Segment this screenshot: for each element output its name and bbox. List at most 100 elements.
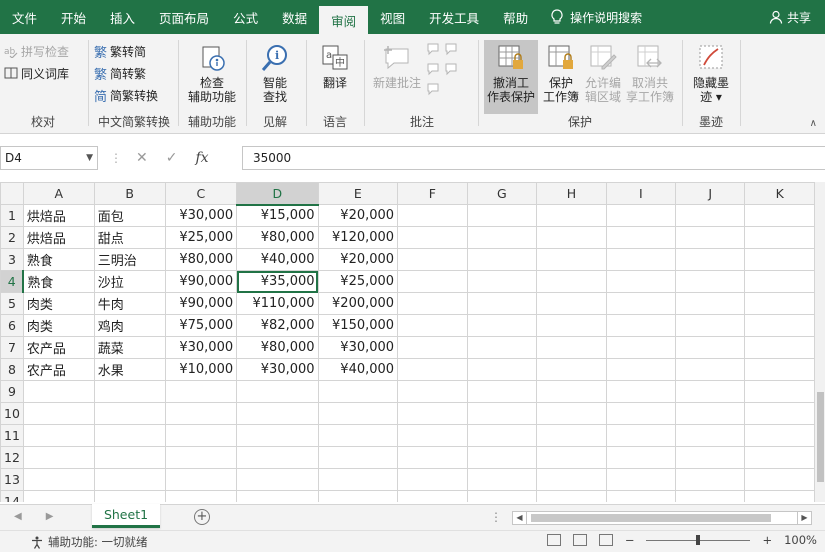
- cell-a11[interactable]: [22, 424, 95, 447]
- cell-k2[interactable]: [744, 226, 815, 249]
- cell-g1[interactable]: [466, 204, 538, 227]
- cell-k7[interactable]: [744, 336, 815, 359]
- cell-c6[interactable]: ¥75,000: [164, 314, 238, 337]
- protect-workbook-button[interactable]: 保护 工作簿: [540, 40, 582, 104]
- tell-me-search[interactable]: 操作说明搜索: [540, 0, 652, 34]
- cell-e1[interactable]: ¥20,000: [317, 204, 399, 227]
- cell-c1[interactable]: ¥30,000: [164, 204, 238, 227]
- cell-g6[interactable]: [466, 314, 538, 337]
- cell-d9[interactable]: [236, 380, 319, 403]
- enter-icon[interactable]: ✓: [166, 150, 178, 166]
- cell-b12[interactable]: [93, 446, 166, 469]
- cell-g8[interactable]: [466, 358, 538, 381]
- cell-f5[interactable]: [397, 292, 468, 315]
- cell-e13[interactable]: [317, 468, 399, 491]
- cell-a4[interactable]: 熟食: [22, 270, 95, 293]
- cell-c14[interactable]: [164, 490, 238, 502]
- cell-k14[interactable]: [744, 490, 815, 502]
- prev-sheet-icon[interactable]: ◀: [14, 511, 22, 522]
- cell-c9[interactable]: [164, 380, 238, 403]
- cell-a10[interactable]: [22, 402, 95, 425]
- cell-i10[interactable]: [605, 402, 677, 425]
- cell-f7[interactable]: [397, 336, 468, 359]
- cell-f2[interactable]: [397, 226, 468, 249]
- page-break-view-icon[interactable]: [598, 534, 613, 546]
- cell-a3[interactable]: 熟食: [22, 248, 95, 271]
- column-header-f[interactable]: F: [397, 182, 468, 205]
- cell-e7[interactable]: ¥30,000: [317, 336, 399, 359]
- new-comment-button[interactable]: 新建批注: [368, 40, 426, 90]
- cell-h7[interactable]: [536, 336, 607, 359]
- cell-b1[interactable]: 面包: [93, 204, 166, 227]
- cell-f8[interactable]: [397, 358, 468, 381]
- cell-b5[interactable]: 牛肉: [93, 292, 166, 315]
- sheet-tab-sheet1[interactable]: Sheet1: [92, 504, 160, 528]
- column-header-e[interactable]: E: [317, 182, 399, 205]
- cell-b10[interactable]: [93, 402, 166, 425]
- name-box[interactable]: D4 ▼: [0, 146, 98, 170]
- cell-e4[interactable]: ¥25,000: [317, 270, 399, 293]
- select-all-corner[interactable]: [0, 182, 24, 205]
- row-header[interactable]: 3: [0, 248, 24, 271]
- cell-f1[interactable]: [397, 204, 468, 227]
- cell-a14[interactable]: [22, 490, 95, 502]
- tab-review[interactable]: 审阅: [319, 6, 369, 34]
- cell-k12[interactable]: [744, 446, 815, 469]
- cell-d3[interactable]: ¥40,000: [236, 248, 319, 271]
- cell-e8[interactable]: ¥40,000: [317, 358, 399, 381]
- cell-i5[interactable]: [605, 292, 677, 315]
- cell-b13[interactable]: [93, 468, 166, 491]
- cell-i1[interactable]: [605, 204, 677, 227]
- cell-b9[interactable]: [93, 380, 166, 403]
- next-comment-icon[interactable]: [426, 82, 460, 96]
- cell-e6[interactable]: ¥150,000: [317, 314, 399, 337]
- accessibility-status[interactable]: 辅助功能: 一切就绪: [0, 534, 148, 550]
- zoom-level[interactable]: 100%: [784, 533, 817, 547]
- row-header[interactable]: 14: [0, 490, 24, 502]
- translate-button[interactable]: a中 翻译: [310, 40, 360, 90]
- cell-k4[interactable]: [744, 270, 815, 293]
- cell-h14[interactable]: [536, 490, 607, 502]
- cell-h13[interactable]: [536, 468, 607, 491]
- formula-input[interactable]: 35000: [242, 146, 825, 170]
- cell-b11[interactable]: [93, 424, 166, 447]
- cell-h12[interactable]: [536, 446, 607, 469]
- cell-j1[interactable]: [675, 204, 746, 227]
- cell-g9[interactable]: [466, 380, 538, 403]
- cell-g11[interactable]: [466, 424, 538, 447]
- cell-b4[interactable]: 沙拉: [93, 270, 166, 293]
- next-sheet-icon[interactable]: ▶: [46, 511, 54, 522]
- cell-g12[interactable]: [466, 446, 538, 469]
- cell-c7[interactable]: ¥30,000: [164, 336, 238, 359]
- row-header[interactable]: 4: [0, 270, 25, 293]
- tab-formulas[interactable]: 公式: [221, 0, 270, 34]
- cell-d6[interactable]: ¥82,000: [236, 314, 319, 337]
- row-header[interactable]: 1: [0, 204, 24, 227]
- cell-h2[interactable]: [536, 226, 607, 249]
- row-header[interactable]: 2: [0, 226, 24, 249]
- cell-c5[interactable]: ¥90,000: [164, 292, 238, 315]
- cell-e11[interactable]: [317, 424, 399, 447]
- row-header[interactable]: 13: [0, 468, 24, 491]
- cell-g13[interactable]: [466, 468, 538, 491]
- cell-d11[interactable]: [236, 424, 319, 447]
- cell-k9[interactable]: [744, 380, 815, 403]
- chevron-down-icon[interactable]: ▼: [86, 153, 97, 163]
- cell-d5[interactable]: ¥110,000: [236, 292, 319, 315]
- cell-d12[interactable]: [236, 446, 319, 469]
- cell-a7[interactable]: 农产品: [22, 336, 95, 359]
- cell-f6[interactable]: [397, 314, 468, 337]
- worksheet-grid[interactable]: ABCDEFGHIJK 1 烘焙品 面包 ¥30,000 ¥15,000 ¥20,000 2…: [0, 182, 815, 502]
- cell-f3[interactable]: [397, 248, 468, 271]
- allow-edit-ranges-button[interactable]: 允许编 辑区域: [582, 40, 624, 104]
- cell-c13[interactable]: [164, 468, 238, 491]
- scroll-right-icon[interactable]: ▶: [797, 512, 811, 524]
- cell-b6[interactable]: 鸡肉: [93, 314, 166, 337]
- cell-b2[interactable]: 甜点: [93, 226, 166, 249]
- add-sheet-icon[interactable]: +: [194, 509, 210, 525]
- column-header-c[interactable]: C: [164, 182, 238, 205]
- cell-d2[interactable]: ¥80,000: [236, 226, 319, 249]
- tab-file[interactable]: 文件: [0, 0, 49, 34]
- zoom-out-icon[interactable]: −: [625, 533, 635, 547]
- cell-i14[interactable]: [605, 490, 677, 502]
